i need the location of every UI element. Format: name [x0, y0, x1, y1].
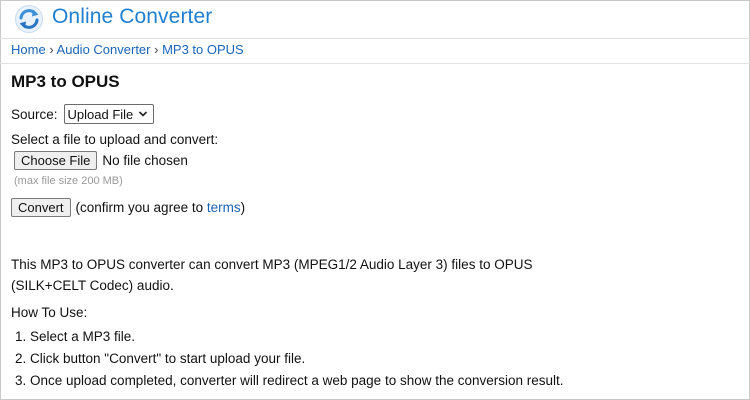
- source-row: Source: Upload File: [11, 104, 154, 124]
- step-text: Once upload completed, converter will re…: [30, 373, 564, 388]
- page-title: MP3 to OPUS: [11, 72, 120, 91]
- divider: [0, 63, 750, 64]
- step-text: Click button "Convert" to start upload y…: [30, 351, 306, 366]
- convert-button[interactable]: Convert: [11, 198, 71, 217]
- step-number: 3.: [15, 373, 27, 388]
- chevron-down-icon: [138, 111, 147, 117]
- site-brand-link[interactable]: Online Converter: [52, 5, 212, 29]
- source-label: Source:: [11, 106, 58, 122]
- step-text: Select a MP3 file.: [30, 329, 136, 344]
- confirm-prefix: (confirm you agree to: [75, 200, 207, 215]
- file-input: Choose File No file chosen: [14, 151, 188, 170]
- convert-row: Convert (confirm you agree to terms): [11, 198, 245, 217]
- how-to-steps: 1. Select a MP3 file. 2. Click button "C…: [15, 326, 564, 392]
- confirm-suffix: ): [240, 200, 246, 215]
- step-number: 2.: [15, 351, 27, 366]
- max-file-size-note: (max file size 200 MB): [14, 175, 123, 187]
- breadcrumb-mp3-to-opus-link[interactable]: MP3 to OPUS: [162, 42, 244, 57]
- choose-file-button[interactable]: Choose File: [14, 151, 98, 170]
- breadcrumb: Home › Audio Converter › MP3 to OPUS: [11, 42, 244, 57]
- list-item: 1. Select a MP3 file.: [15, 326, 564, 348]
- breadcrumb-separator: ›: [154, 42, 163, 57]
- how-to-use-heading: How To Use:: [11, 305, 88, 320]
- refresh-arrows-icon[interactable]: [14, 4, 44, 34]
- site-header: Online Converter: [0, 0, 750, 39]
- breadcrumb-separator: ›: [49, 42, 57, 57]
- upload-label: Select a file to upload and convert:: [11, 132, 219, 147]
- description-line: (SILK+CELT Codec) audio.: [11, 278, 174, 293]
- breadcrumb-audio-converter-link[interactable]: Audio Converter: [57, 42, 151, 57]
- step-number: 1.: [15, 329, 27, 344]
- source-select-value: Upload File: [67, 106, 134, 122]
- terms-confirmation: (confirm you agree to terms): [76, 200, 246, 215]
- source-select[interactable]: Upload File: [63, 104, 154, 124]
- converter-description: This MP3 to OPUS converter can convert M…: [11, 254, 571, 296]
- list-item: 3. Once upload completed, converter will…: [15, 370, 564, 392]
- breadcrumb-home-link[interactable]: Home: [11, 42, 46, 57]
- terms-link[interactable]: terms: [207, 200, 241, 215]
- file-status: No file chosen: [102, 153, 188, 168]
- description-line: This MP3 to OPUS converter can convert M…: [11, 257, 533, 272]
- list-item: 2. Click button "Convert" to start uploa…: [15, 348, 564, 370]
